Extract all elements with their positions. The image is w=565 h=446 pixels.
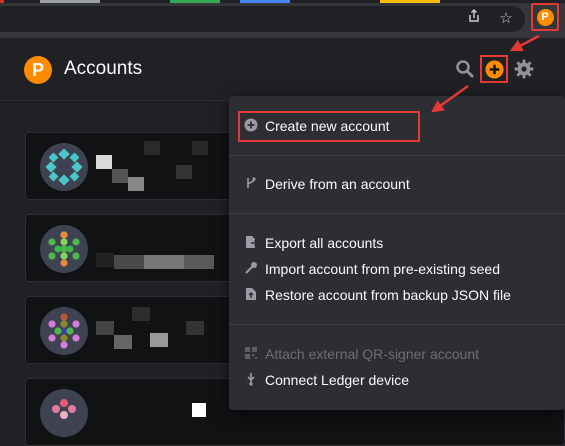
highlight-create-new-account xyxy=(238,111,420,142)
menu-item-connect-ledger[interactable]: Connect Ledger device xyxy=(243,369,409,391)
menu-item-label: Derive from an account xyxy=(265,176,410,192)
usb-icon xyxy=(243,372,259,388)
menu-divider xyxy=(229,213,565,214)
branch-icon xyxy=(243,176,259,192)
menu-item-label: Import account from pre-existing seed xyxy=(265,261,500,277)
key-icon xyxy=(243,261,259,277)
polkadot-extension-button[interactable]: P xyxy=(531,3,559,31)
menu-item-derive-account[interactable]: Derive from an account xyxy=(243,173,410,195)
menu-item-export-all-accounts[interactable]: Export all accounts xyxy=(243,232,383,254)
menu-item-label: Export all accounts xyxy=(265,235,384,251)
star-icon[interactable]: ☆ xyxy=(496,9,516,29)
add-account-menu: Create new account Derive from an accoun… xyxy=(229,96,565,410)
share-icon[interactable] xyxy=(464,8,484,29)
menu-item-restore-from-json[interactable]: Restore account from backup JSON file xyxy=(243,284,511,306)
menu-item-import-from-seed[interactable]: Import account from pre-existing seed xyxy=(243,258,500,280)
menu-item-label: Connect Ledger device xyxy=(265,372,409,388)
settings-icon[interactable] xyxy=(512,57,536,81)
file-upload-icon xyxy=(243,287,259,303)
menu-divider xyxy=(229,324,565,325)
page-title: Accounts xyxy=(64,58,143,79)
export-icon xyxy=(243,235,259,251)
add-account-button[interactable] xyxy=(480,55,508,83)
qrcode-icon xyxy=(243,346,259,362)
browser-toolbar: ☆ P xyxy=(0,0,565,38)
polkadot-extension-icon: P xyxy=(536,8,554,26)
add-account-icon xyxy=(484,59,504,79)
identicon-avatar xyxy=(40,389,88,437)
menu-item-attach-qr-signer[interactable]: Attach external QR-signer account xyxy=(243,343,479,365)
menu-item-label: Restore account from backup JSON file xyxy=(265,287,511,303)
polkadot-logo-icon: P xyxy=(24,56,52,84)
identicon-avatar xyxy=(40,307,88,355)
address-bar[interactable]: ☆ xyxy=(0,6,525,32)
identicon-avatar xyxy=(40,143,88,191)
search-icon[interactable] xyxy=(453,57,477,81)
tab-strip xyxy=(0,0,565,3)
menu-divider xyxy=(229,155,565,156)
menu-item-label: Attach external QR-signer account xyxy=(265,346,479,362)
identicon-avatar xyxy=(40,225,88,273)
